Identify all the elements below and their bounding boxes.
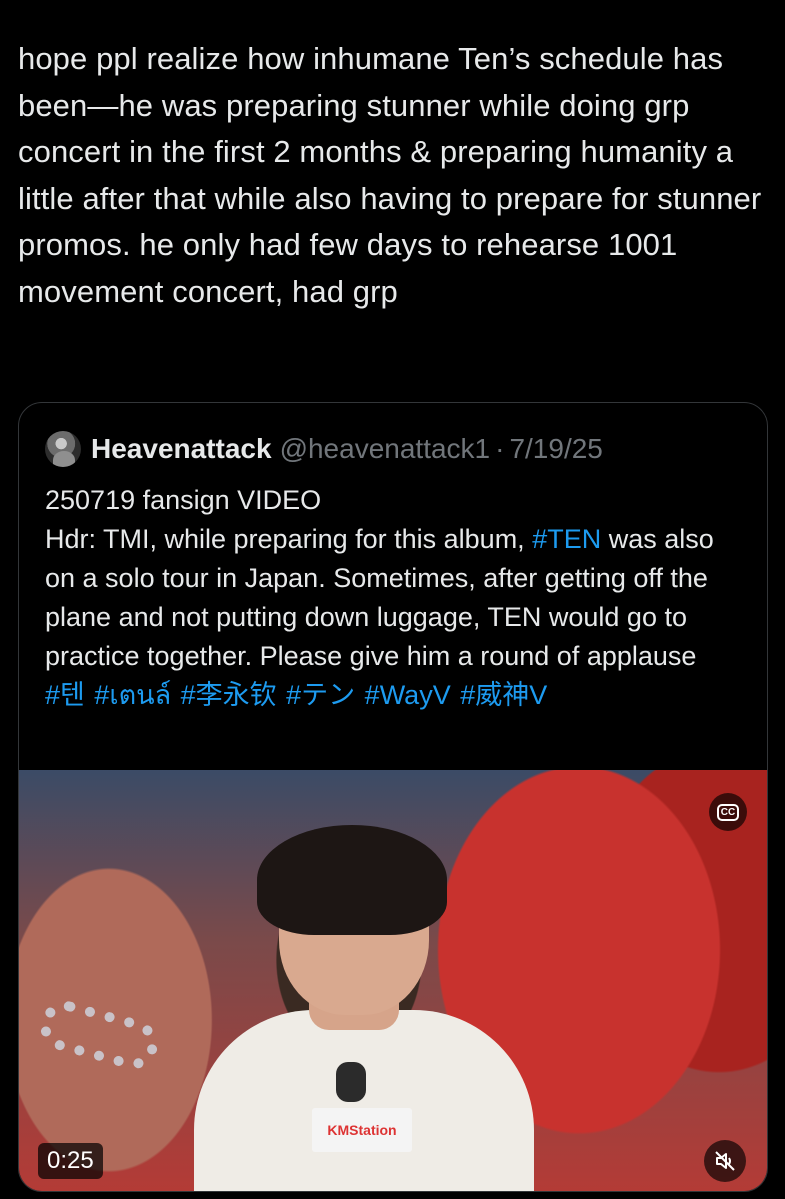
author-handle[interactable]: @heavenattack1 [280,433,491,465]
tweet-text: hope ppl realize how inhumane Ten’s sche… [18,41,762,309]
quote-line-1: 250719 fansign VIDEO [45,485,322,515]
post-date[interactable]: 7/19/25 [509,433,602,465]
mute-button[interactable] [704,1140,746,1182]
video-duration: 0:25 [38,1143,103,1179]
hashtag-link[interactable]: #TEN [532,524,601,554]
mic-flag-label: KMStation [312,1108,412,1152]
quoted-tweet-card[interactable]: Heavenattack @heavenattack1 · 7/19/25 25… [18,402,768,1192]
cc-icon: CC [716,803,740,821]
quoted-tweet-text: 250719 fansign VIDEO Hdr: TMI, while pre… [45,481,745,715]
video-player[interactable]: KMStation CC 0:25 [19,770,767,1191]
quote-body: Hdr: TMI, while preparing for this album… [45,520,745,676]
video-frame-hair [257,825,447,935]
captions-button[interactable]: CC [709,793,747,831]
header-separator: · [495,433,505,464]
author-display-name[interactable]: Heavenattack [91,433,272,465]
hashtag-list[interactable]: #텐 #เตนล์ #李永钦 #テン #WayV #威神V [45,676,745,715]
avatar[interactable] [45,431,81,467]
video-frame-shirt [194,1010,534,1191]
video-frame-microphone [336,1062,366,1102]
muted-speaker-icon [715,1151,735,1171]
quoted-tweet-header: Heavenattack @heavenattack1 · 7/19/25 [45,429,745,469]
video-frame-bracelet [34,995,164,1075]
quote-body-start: Hdr: TMI, while preparing for this album… [45,524,533,554]
